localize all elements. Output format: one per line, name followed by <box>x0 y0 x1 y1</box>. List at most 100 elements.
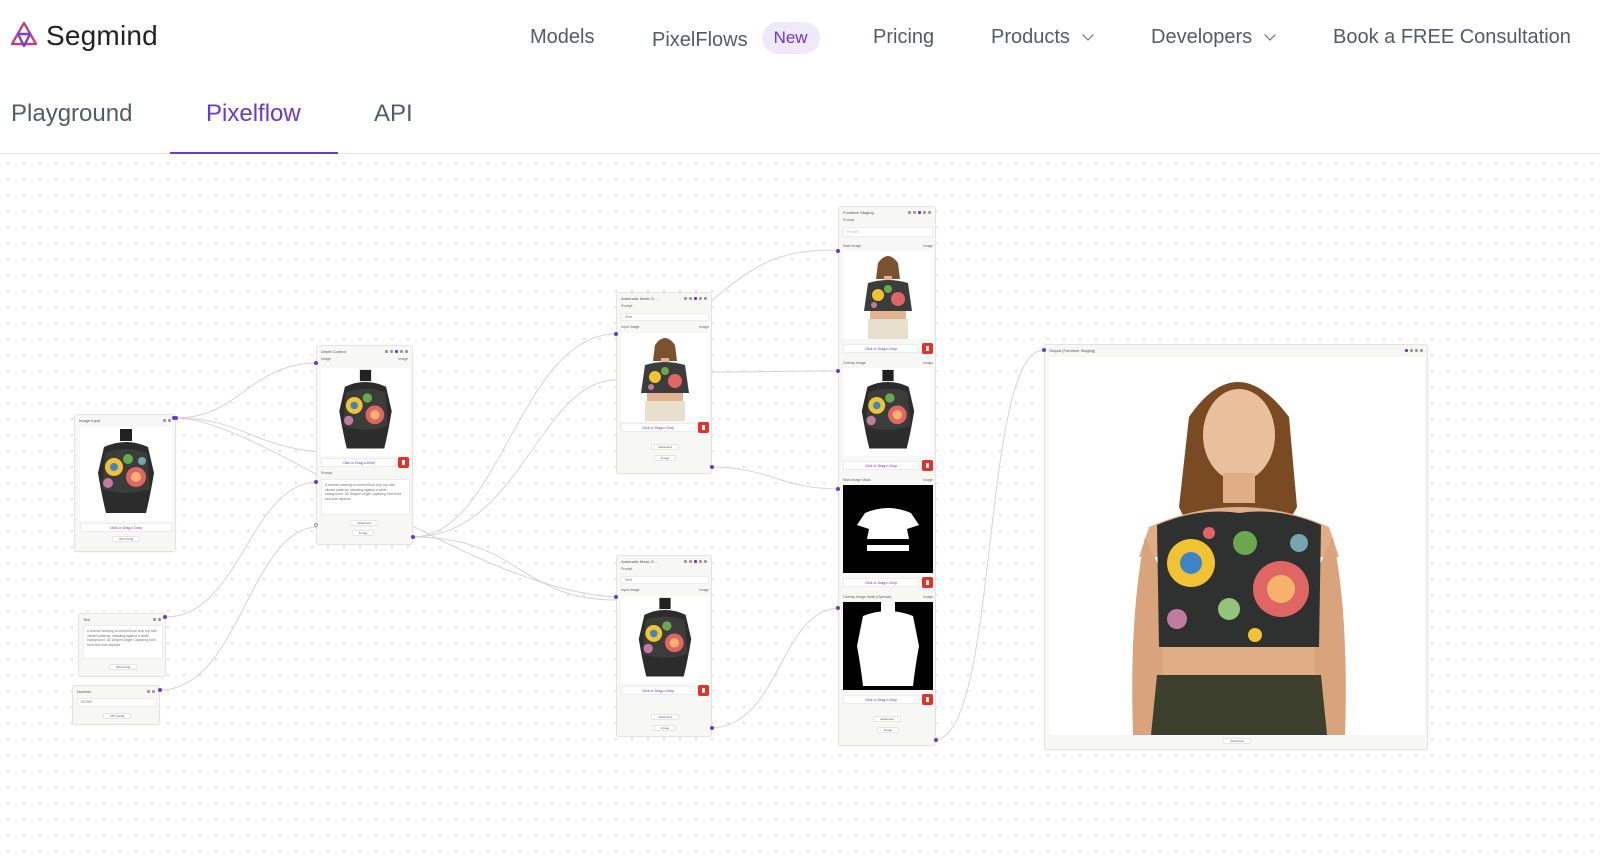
woman-model-image <box>844 251 932 339</box>
node-header: Furniture Staging <box>839 207 935 217</box>
delete-image-button[interactable] <box>922 343 933 354</box>
api-config-select[interactable]: API Config <box>103 713 131 719</box>
number-output-port[interactable] <box>158 688 162 692</box>
node-action-icons[interactable] <box>1405 348 1423 352</box>
node-action-icons[interactable] <box>684 296 707 300</box>
prompt-label: Prompt <box>617 303 711 309</box>
upload-button[interactable]: Click or Drag-n-Drop <box>843 461 919 470</box>
upload-button[interactable]: Click or Drag-n-Drop <box>843 344 919 353</box>
api-config-select[interactable]: API Config <box>109 664 137 670</box>
advanced-toggle[interactable]: Advanced <box>651 444 679 450</box>
node-title: Text <box>83 616 91 622</box>
delete-image-button[interactable] <box>922 460 933 471</box>
output-node[interactable]: Output (Furniture Staging) Advanced <box>1044 344 1428 750</box>
control-node[interactable]: Depth Control Image Image Click or Drag-n… <box>316 345 413 545</box>
control-image-input-port[interactable] <box>314 361 318 365</box>
advanced-toggle[interactable]: Advanced <box>350 520 378 526</box>
mask-generator-node-top[interactable]: Automatic Mask G... Prompt Shirt Input I… <box>616 292 712 474</box>
mask-bottom-input-port[interactable] <box>614 595 618 599</box>
node-action-icons[interactable] <box>153 617 161 621</box>
prompt-text[interactable]: A woman wearing a colorful floral crop t… <box>321 479 410 515</box>
output-type-select[interactable]: Image <box>654 455 676 461</box>
advanced-toggle[interactable]: Advanced <box>651 714 679 720</box>
nav-models[interactable]: Models <box>530 26 594 49</box>
nav-pixelflows[interactable]: PixelFlows New <box>652 22 820 54</box>
delete-image-button[interactable] <box>698 422 709 433</box>
control-output-port[interactable] <box>411 535 415 539</box>
top-navigation: Segmind Models PixelFlows New Pricing Pr… <box>0 0 1600 78</box>
advanced-toggle[interactable]: Advanced <box>1223 738 1251 744</box>
node-title: Output (Furniture Staging) <box>1049 347 1096 353</box>
staging-overlay-mask-port[interactable] <box>836 606 840 610</box>
prompt-text[interactable]: Shirt <box>621 576 709 584</box>
brand-logo[interactable]: Segmind <box>8 20 158 52</box>
delete-image-button[interactable] <box>922 694 933 705</box>
node-action-icons[interactable] <box>684 559 707 563</box>
node-action-icons[interactable] <box>908 210 931 214</box>
control-prompt-input-port[interactable] <box>314 480 318 484</box>
input-image-preview <box>80 427 172 521</box>
nav-book-consultation-label: Book a FREE Consultation <box>1333 26 1571 48</box>
field-type: Image <box>923 478 933 482</box>
field-type: Image <box>699 325 709 329</box>
api-config-select[interactable]: API Config <box>112 536 140 542</box>
field-label: Prompt <box>843 218 855 222</box>
active-tab-indicator <box>170 152 338 154</box>
upload-button[interactable]: Click or Drag-n-Drop <box>621 686 695 695</box>
tab-api[interactable]: API <box>374 100 413 146</box>
output-input-port[interactable] <box>1042 348 1046 352</box>
upload-button[interactable]: Click or Drag-n-Drop <box>843 578 919 587</box>
output-type-select[interactable]: Image <box>352 530 374 536</box>
number-node[interactable]: Number 507852 API Config <box>72 685 160 725</box>
control-image-preview <box>321 368 410 456</box>
field-label: Main Image Mask <box>843 478 871 482</box>
upload-button[interactable]: Click or Drag-n-Drop <box>621 423 695 432</box>
mask-bottom-output-port[interactable] <box>710 726 714 730</box>
upload-button[interactable]: Click or Drag-n-Drop <box>843 695 919 704</box>
upload-button[interactable]: Click or Drag-n-Drop <box>80 523 172 532</box>
text-output-port[interactable] <box>163 615 167 619</box>
node-title: Automatic Mask G... <box>621 295 658 301</box>
mask-generator-node-bottom[interactable]: Automatic Mask G... Prompt Shirt Input I… <box>616 555 712 737</box>
staging-overlay-image-port[interactable] <box>836 369 840 373</box>
node-header: Output (Furniture Staging) <box>1045 345 1427 355</box>
field-label: Overlay Image Mask (Optional) <box>843 595 892 599</box>
nav-developers[interactable]: Developers <box>1151 26 1276 49</box>
nav-book-consultation[interactable]: Book a FREE Consultation <box>1333 26 1571 49</box>
output-type-select[interactable]: Image <box>877 727 899 733</box>
prompt-text[interactable]: Shirt <box>621 313 709 321</box>
text-node[interactable]: Text A woman wearing a colorful floral c… <box>78 613 166 677</box>
node-header: Automatic Mask G... <box>617 556 711 566</box>
nav-models-label: Models <box>530 26 595 48</box>
delete-image-button[interactable] <box>922 577 933 588</box>
tab-pixelflow[interactable]: Pixelflow <box>206 100 301 146</box>
nav-products[interactable]: Products <box>991 26 1094 49</box>
staging-main-mask-port[interactable] <box>836 487 840 491</box>
node-action-icons[interactable] <box>385 349 408 353</box>
text-value[interactable]: A woman wearing a colorful floral crop t… <box>83 625 163 659</box>
output-type-select[interactable]: Image <box>654 725 676 731</box>
control-seed-input-port[interactable] <box>314 523 318 527</box>
overlay-mask-preview <box>843 602 933 690</box>
image-input-node[interactable]: Image Input Click or Drag-n-Drop API Con… <box>74 414 178 552</box>
staging-output-port[interactable] <box>934 738 938 742</box>
staging-node[interactable]: Furniture Staging Prompt Prompt Main Ima… <box>838 206 936 746</box>
segmind-logo-icon <box>10 21 38 48</box>
mask-top-output-port[interactable] <box>710 465 714 469</box>
delete-image-button[interactable] <box>698 685 709 696</box>
overlay-image-label: Overlay Image Image <box>839 360 937 366</box>
number-value[interactable]: 507852 <box>77 698 157 707</box>
node-action-icons[interactable] <box>163 418 171 422</box>
prompt-input[interactable]: Prompt <box>843 227 933 237</box>
node-header: Depth Control <box>317 346 412 356</box>
upload-button[interactable]: Click or Drag-n-Drop <box>321 458 396 467</box>
image-input-output-port[interactable] <box>172 416 176 420</box>
delete-image-button[interactable] <box>398 457 409 468</box>
nav-pricing[interactable]: Pricing <box>873 26 934 49</box>
advanced-toggle[interactable]: Advanced <box>873 716 901 722</box>
staging-main-image-port[interactable] <box>836 249 840 253</box>
mask-top-input-port[interactable] <box>614 332 618 336</box>
node-action-icons[interactable] <box>147 689 155 693</box>
tab-playground[interactable]: Playground <box>11 100 132 146</box>
node-header: Automatic Mask G... <box>617 293 711 303</box>
